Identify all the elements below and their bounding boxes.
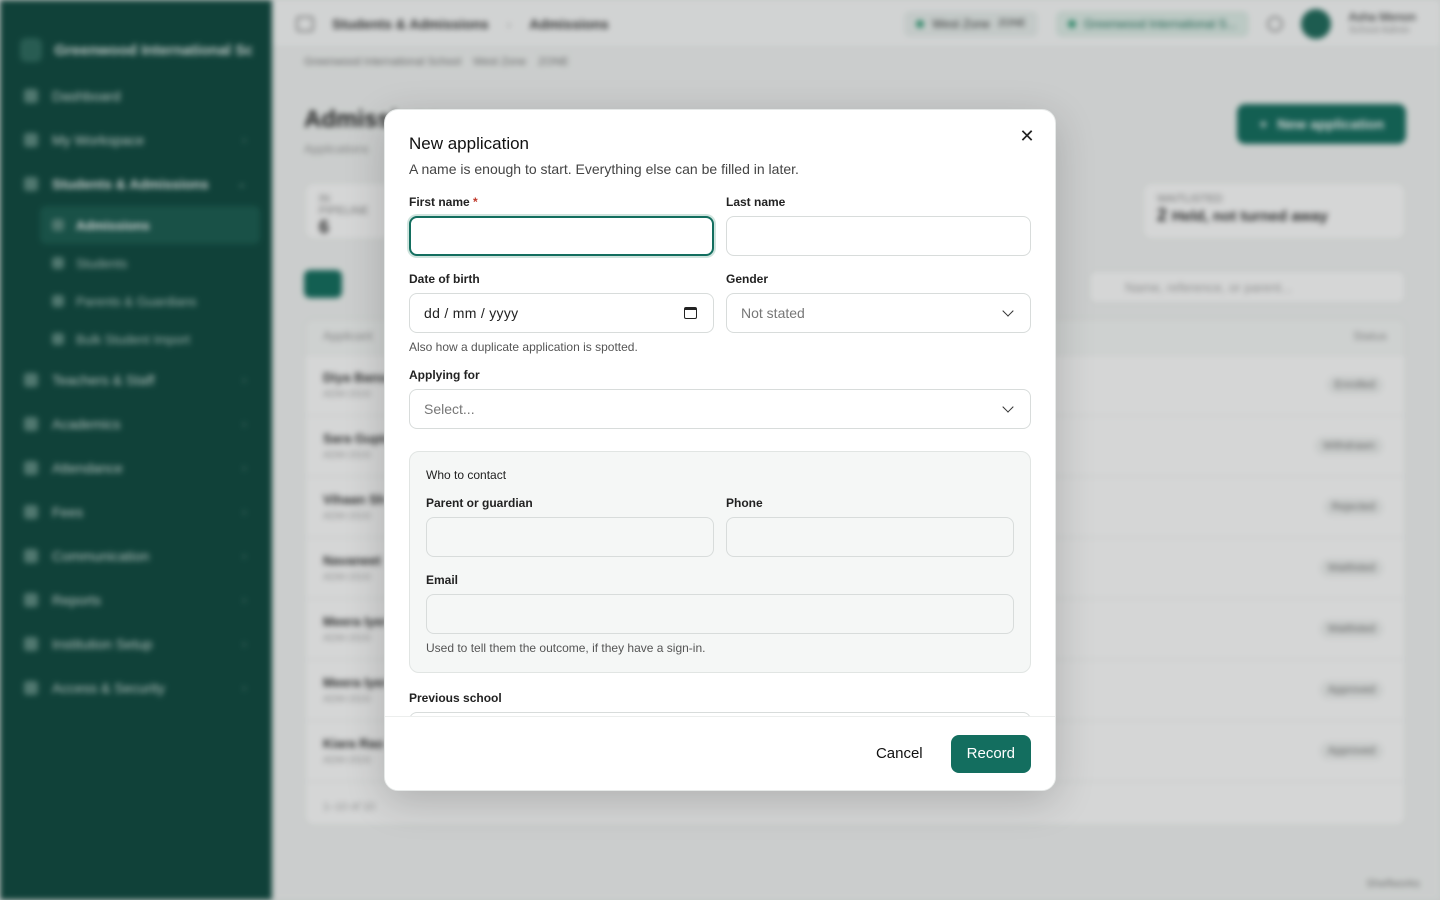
chevron-down-icon [1002, 401, 1014, 413]
required-mark: * [473, 195, 478, 209]
contact-section-title: Who to contact [426, 468, 507, 482]
first-name-label: First name * [409, 195, 478, 209]
dialog-description: A name is enough to start. Everything el… [409, 161, 799, 177]
email-hint: Used to tell them the outcome, if they h… [426, 641, 706, 655]
previous-school-label: Previous school [409, 691, 502, 705]
gender-select[interactable]: Not stated [726, 293, 1031, 333]
dob-placeholder: dd / mm / yyyy [424, 305, 519, 321]
applying-for-value: Select... [424, 401, 475, 417]
dob-group: Date of birth dd / mm / yyyy [409, 272, 714, 333]
dialog-footer: Cancel Record [385, 716, 1055, 790]
phone-input[interactable] [726, 517, 1014, 557]
name-row: First name * Last name [409, 195, 1031, 256]
calendar-icon[interactable] [684, 307, 697, 319]
first-name-group: First name * [409, 195, 714, 256]
chevron-down-icon [1002, 305, 1014, 317]
dob-hint: Also how a duplicate application is spot… [409, 340, 638, 354]
dob-label: Date of birth [409, 272, 480, 286]
applying-for-select[interactable]: Select... [409, 389, 1031, 429]
gender-value: Not stated [741, 305, 805, 321]
new-application-dialog: ✕ New application A name is enough to st… [384, 109, 1056, 791]
last-name-group: Last name [726, 195, 1031, 256]
gender-label: Gender [726, 272, 769, 286]
first-name-input[interactable] [409, 216, 714, 256]
last-name-label: Last name [726, 195, 786, 209]
dob-gender-row: Date of birth dd / mm / yyyy Gender Not … [409, 272, 1031, 333]
phone-group: Phone [726, 496, 1014, 557]
dialog-title: New application [409, 134, 530, 153]
parent-label: Parent or guardian [426, 496, 533, 510]
contact-section: Who to contact Parent or guardian Phone … [409, 451, 1031, 673]
parent-input[interactable] [426, 517, 714, 557]
parent-phone-row: Parent or guardian Phone [426, 496, 1014, 557]
phone-label: Phone [726, 496, 763, 510]
cancel-button[interactable]: Cancel [868, 735, 931, 772]
record-button[interactable]: Record [950, 734, 1031, 773]
last-name-input[interactable] [726, 216, 1031, 256]
email-label: Email [426, 573, 459, 587]
gender-group: Gender Not stated [726, 272, 1031, 333]
dialog-body[interactable]: New application A name is enough to star… [385, 110, 1055, 718]
email-field[interactable] [426, 594, 1014, 634]
dob-input[interactable]: dd / mm / yyyy [409, 293, 714, 333]
parent-group: Parent or guardian [426, 496, 714, 557]
applying-for-label: Applying for [409, 368, 480, 382]
